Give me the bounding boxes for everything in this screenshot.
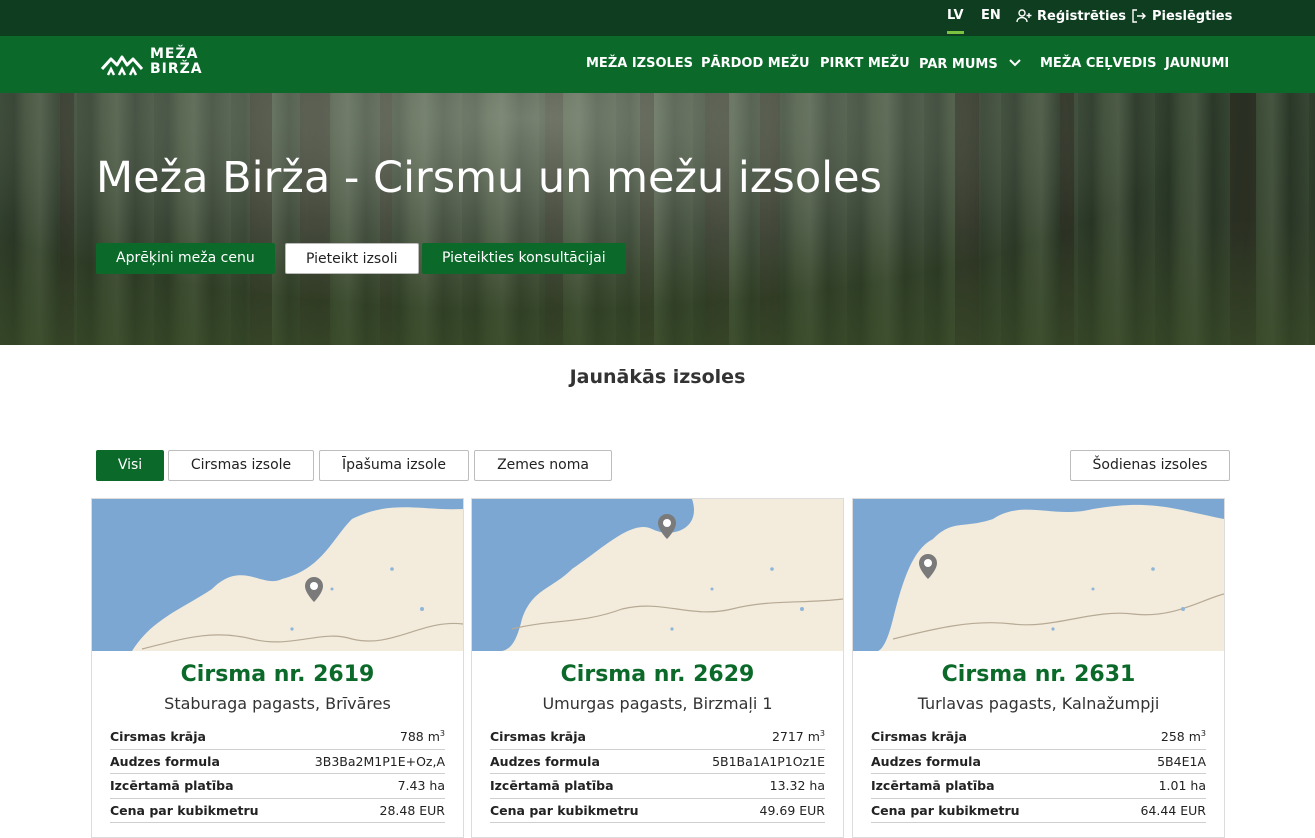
consultation-button[interactable]: Pieteikties konsultācijai <box>422 243 626 274</box>
submit-auction-button[interactable]: Pieteikt izsoli <box>285 243 419 274</box>
logo-line-2: BIRŽA <box>150 61 203 77</box>
detail-value: 28.48 EUR <box>379 802 446 818</box>
detail-row: Cena par kubikmetru 64.44 EUR <box>871 799 1207 823</box>
nav-pirkt-mezu[interactable]: PIRKT MEŽU <box>820 56 910 71</box>
detail-value: 1.01 ha <box>1158 778 1206 794</box>
login-link[interactable]: Pieslēgties <box>1131 8 1232 24</box>
detail-label: Cena par kubikmetru <box>871 802 1020 818</box>
section-title: Jaunākās izsoles <box>569 366 746 388</box>
nav-jaunumi[interactable]: JAUNUMI <box>1165 56 1229 71</box>
calculate-price-button[interactable]: Aprēķini meža cenu <box>96 243 275 274</box>
detail-label: Izcērtamā platība <box>110 778 234 794</box>
nav-meza-izsoles[interactable]: MEŽA IZSOLES <box>586 56 693 71</box>
detail-label: Cena par kubikmetru <box>110 802 259 818</box>
logo-line-1: MEŽA <box>150 46 199 62</box>
main-nav: MEŽA BIRŽA MEŽA IZSOLES PĀRDOD MEŽU PIRK… <box>0 36 1315 93</box>
detail-value: 7.43 ha <box>397 778 445 794</box>
user-plus-icon <box>1016 9 1032 23</box>
lang-lv-link[interactable]: LV <box>947 8 964 34</box>
detail-value: 64.44 EUR <box>1140 802 1207 818</box>
auction-card[interactable]: Cirsma nr. 2631 Turlavas pagasts, Kalnaž… <box>852 498 1225 838</box>
filter-all[interactable]: Visi <box>96 450 164 481</box>
filter-ipasuma[interactable]: Īpašuma izsole <box>319 450 469 481</box>
filter-today[interactable]: Šodienas izsoles <box>1070 450 1230 481</box>
detail-value: 3B3Ba2M1P1E+Oz,A <box>314 753 445 769</box>
detail-label: Cirsmas krāja <box>871 729 967 745</box>
card-title[interactable]: Cirsma nr. 2619 <box>92 662 463 687</box>
auction-card[interactable]: Cirsma nr. 2629 Umurgas pagasts, Birzmaļ… <box>471 498 844 838</box>
detail-value: 13.32 ha <box>769 778 825 794</box>
detail-label: Audzes formula <box>490 753 600 769</box>
detail-row: Izcērtamā platība 7.43 ha <box>110 774 445 799</box>
card-title[interactable]: Cirsma nr. 2629 <box>472 662 843 687</box>
detail-row: Cirsmas krāja 788 m3 <box>110 725 445 750</box>
detail-row: Cirsmas krāja 258 m3 <box>871 725 1206 750</box>
filter-cirsmas[interactable]: Cirsmas izsole <box>168 450 314 481</box>
hero-banner: Meža Birža - Cirsmu un mežu izsoles Aprē… <box>0 93 1315 345</box>
detail-value: 788 m3 <box>399 729 445 745</box>
detail-row: Audzes formula 5B4E1A <box>871 750 1206 774</box>
nav-par-mums[interactable]: PAR MUMS <box>919 56 1022 72</box>
detail-row: Cirsmas krāja 2717 m3 <box>490 725 825 750</box>
detail-label: Audzes formula <box>871 753 981 769</box>
detail-value: 49.69 EUR <box>759 802 826 818</box>
forest-logo-icon <box>100 55 144 76</box>
chevron-down-icon <box>1009 59 1021 67</box>
detail-label: Audzes formula <box>110 753 220 769</box>
login-label: Pieslēgties <box>1152 8 1233 24</box>
nav-meza-celvedis[interactable]: MEŽA CEĻVEDIS <box>1040 56 1156 71</box>
location-map <box>853 499 1224 651</box>
detail-label: Cirsmas krāja <box>490 729 586 745</box>
detail-row: Cena par kubikmetru 28.48 EUR <box>110 799 446 823</box>
location-map <box>92 499 463 651</box>
card-details: Cirsmas krāja 788 m3 Audzes formula 3B3Ba2M… <box>110 725 445 823</box>
hero-title: Meža Birža - Cirsmu un mežu izsoles <box>96 153 882 203</box>
detail-label: Cena par kubikmetru <box>490 802 639 818</box>
card-details: Cirsmas krāja 258 m3 Audzes formula 5B4E1A I… <box>871 725 1206 823</box>
detail-row: Cena par kubikmetru 49.69 EUR <box>490 799 826 823</box>
detail-row: Izcērtamā platība 1.01 ha <box>871 774 1206 799</box>
detail-row: Audzes formula 5B1Ba1A1P1Oz1E <box>490 750 825 774</box>
detail-label: Izcērtamā platība <box>490 778 614 794</box>
card-title[interactable]: Cirsma nr. 2631 <box>853 662 1224 687</box>
card-details: Cirsmas krāja 2717 m3 Audzes formula 5B1Ba1… <box>490 725 825 823</box>
detail-value: 258 m3 <box>1160 729 1206 745</box>
detail-value: 5B1Ba1A1P1Oz1E <box>712 753 825 769</box>
detail-row: Audzes formula 3B3Ba2M1P1E+Oz,A <box>110 750 445 774</box>
detail-row: Izcērtamā platība 13.32 ha <box>490 774 825 799</box>
filter-zemes-noma[interactable]: Zemes noma <box>474 450 612 481</box>
register-label: Reģistrēties <box>1037 8 1126 24</box>
top-bar: LV EN Reģistrēties Pieslēgties <box>0 0 1315 36</box>
detail-value: 5B4E1A <box>1157 753 1206 769</box>
card-location: Umurgas pagasts, Birzmaļi 1 <box>542 694 773 713</box>
nav-pardod-mezu[interactable]: PĀRDOD MEŽU <box>701 56 810 71</box>
detail-value: 2717 m3 <box>771 729 825 745</box>
nav-par-mums-label: PAR MUMS <box>919 57 998 72</box>
location-map <box>472 499 843 651</box>
card-location: Staburaga pagasts, Brīvāres <box>164 694 391 713</box>
detail-label: Izcērtamā platība <box>871 778 995 794</box>
site-logo[interactable]: MEŽA BIRŽA <box>100 47 203 77</box>
register-link[interactable]: Reģistrēties <box>1016 8 1126 24</box>
lang-en-link[interactable]: EN <box>981 8 1001 23</box>
auction-card[interactable]: Cirsma nr. 2619 Staburaga pagasts, Brīvā… <box>91 498 464 838</box>
detail-label: Cirsmas krāja <box>110 729 206 745</box>
login-icon <box>1132 9 1146 23</box>
card-location: Turlavas pagasts, Kalnažumpji <box>917 694 1160 713</box>
